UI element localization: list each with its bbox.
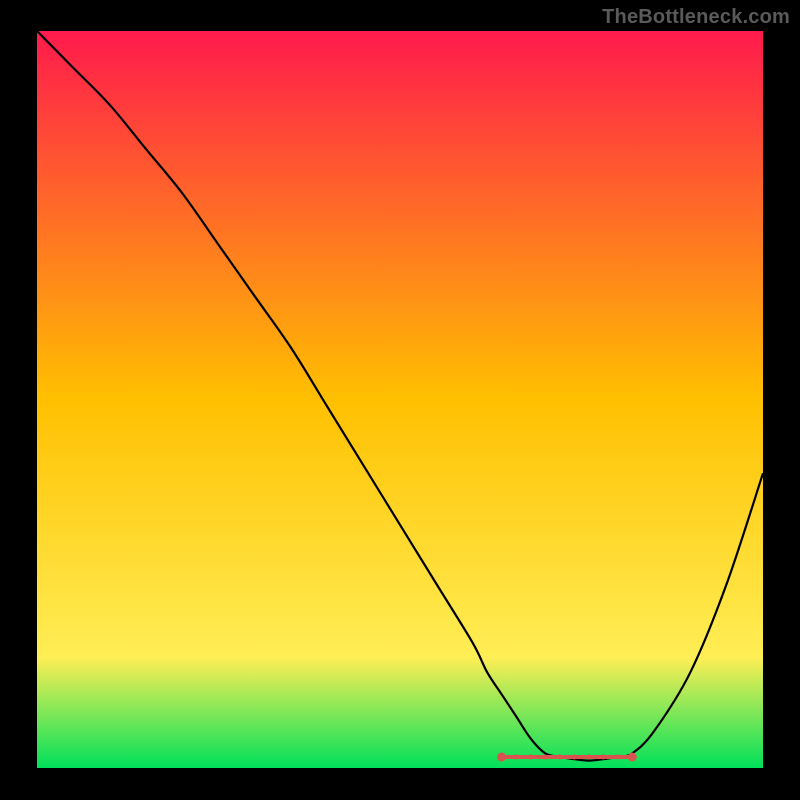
- optimal-marker-dot: [514, 754, 519, 759]
- gradient-background: [37, 31, 763, 768]
- watermark-text: TheBottleneck.com: [602, 6, 790, 29]
- optimal-marker-dot: [586, 754, 591, 759]
- optimal-marker-dot: [497, 752, 506, 761]
- optimal-marker-dot: [528, 754, 533, 759]
- optimal-marker-dot: [543, 754, 548, 759]
- optimal-marker-dot: [615, 754, 620, 759]
- chart-container: TheBottleneck.com: [0, 0, 800, 800]
- plot-area: [37, 31, 763, 768]
- optimal-marker-dot: [557, 754, 562, 759]
- optimal-marker-dot: [572, 754, 577, 759]
- optimal-marker-dot: [628, 752, 637, 761]
- optimal-marker-dot: [601, 754, 606, 759]
- chart-svg: [37, 31, 763, 768]
